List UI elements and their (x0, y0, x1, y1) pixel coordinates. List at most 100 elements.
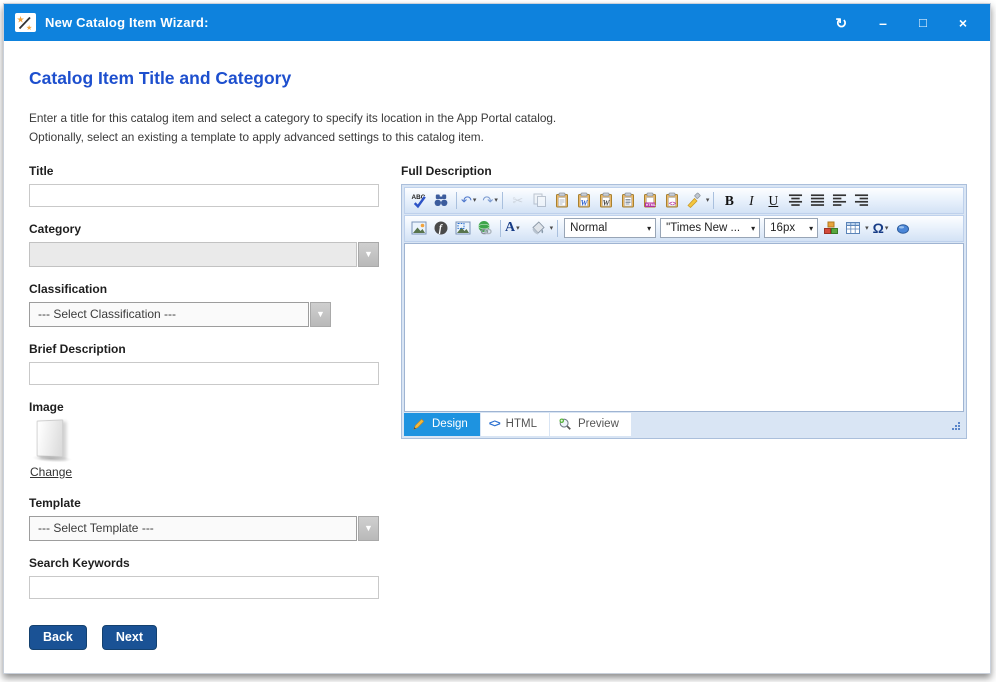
font-color-split-button[interactable]: A ▾ (505, 221, 520, 235)
classification-select[interactable]: --- Select Classification --- ▼ (29, 302, 331, 327)
paste-plain-text-icon[interactable] (617, 189, 639, 211)
maximize-icon[interactable]: □ (919, 16, 927, 29)
background-color-split-button[interactable]: ▾ (527, 217, 554, 239)
font-name-dropdown[interactable]: "Times New ... ▾ (660, 218, 760, 238)
italic-icon[interactable]: I (740, 189, 762, 211)
title-input[interactable] (29, 184, 379, 207)
align-left-icon[interactable] (828, 189, 850, 211)
change-image-link[interactable]: Change (30, 465, 72, 479)
magnifier-icon (558, 417, 572, 431)
paste-from-word-icon[interactable]: W (573, 189, 595, 211)
format-painter-icon[interactable] (683, 189, 705, 211)
insert-symbol-icon[interactable]: Ω (873, 221, 884, 235)
redo-caret-icon[interactable]: ▾ (494, 196, 498, 204)
paragraph-style-dropdown[interactable]: Normal ▾ (564, 218, 656, 238)
svg-text:<>: <> (669, 202, 677, 208)
template-dropdown-arrow-icon[interactable]: ▼ (358, 516, 379, 541)
resize-grip-icon[interactable] (950, 421, 961, 432)
svg-text:W: W (602, 199, 610, 208)
brief-description-label: Brief Description (29, 342, 379, 356)
page-title: Catalog Item Title and Category (29, 68, 965, 89)
toolbar-separator (502, 192, 503, 209)
form-area: Title Category ▼ Classification --- Sele… (29, 164, 965, 650)
toolbar-separator (500, 220, 501, 237)
form-right-column: Full Description ABC (401, 164, 967, 650)
format-painter-split-button[interactable]: ▾ (683, 189, 710, 211)
category-select[interactable]: ▼ (29, 242, 379, 267)
flash-manager-icon[interactable]: f (430, 217, 452, 239)
window-title: New Catalog Item Wizard: (45, 15, 209, 30)
copy-icon[interactable] (529, 189, 551, 211)
insert-table-caret-icon[interactable]: ▾ (865, 224, 869, 232)
svg-text:★: ★ (26, 24, 32, 32)
rich-text-editor: ABC (401, 184, 967, 439)
brief-description-input[interactable] (29, 362, 379, 385)
tab-html[interactable]: <> HTML (481, 413, 549, 436)
next-button[interactable]: Next (102, 625, 157, 650)
tab-preview[interactable]: Preview (550, 413, 631, 436)
search-keywords-input[interactable] (29, 576, 379, 599)
minimize-icon[interactable]: – (879, 16, 887, 30)
svg-text:★: ★ (17, 15, 25, 25)
paste-icon[interactable] (551, 189, 573, 211)
hyperlink-manager-icon[interactable] (474, 217, 496, 239)
format-painter-caret-icon[interactable]: ▾ (706, 196, 710, 204)
align-right-icon[interactable] (850, 189, 872, 211)
css-class-icon[interactable] (820, 217, 842, 239)
underline-icon[interactable]: U (762, 189, 784, 211)
form-left-column: Title Category ▼ Classification --- Sele… (29, 164, 379, 650)
font-size-value: 16px (770, 222, 795, 234)
paste-options-icon[interactable]: <> (661, 189, 683, 211)
insert-table-split-button[interactable]: ▾ (842, 217, 869, 239)
redo-icon[interactable]: ↷ (482, 194, 493, 207)
search-keywords-label: Search Keywords (29, 556, 379, 570)
bold-icon[interactable]: B (718, 189, 740, 211)
undo-caret-icon[interactable]: ▾ (473, 196, 477, 204)
spellcheck-icon[interactable]: ABC (408, 189, 430, 211)
tab-design[interactable]: Design (404, 413, 480, 436)
cut-icon[interactable]: ✂ (507, 189, 529, 211)
template-select[interactable]: --- Select Template --- ▼ (29, 516, 379, 541)
category-dropdown-arrow-icon[interactable]: ▼ (358, 242, 379, 267)
full-description-label: Full Description (401, 164, 967, 178)
window-controls: ↻ – □ × (835, 16, 979, 30)
classification-dropdown-arrow-icon[interactable]: ▼ (310, 302, 331, 327)
font-color-icon[interactable]: A (505, 221, 515, 235)
font-size-caret-icon: ▾ (809, 224, 813, 233)
insert-symbol-split-button[interactable]: Ω ▾ (873, 221, 889, 235)
title-label: Title (29, 164, 379, 178)
pencil-icon (412, 417, 426, 431)
module-manager-icon[interactable] (892, 217, 914, 239)
insert-image-icon[interactable] (408, 217, 430, 239)
back-button[interactable]: Back (29, 625, 87, 650)
template-label: Template (29, 496, 379, 510)
find-replace-icon[interactable] (430, 189, 452, 211)
template-select-value[interactable]: --- Select Template --- (29, 516, 357, 541)
category-select-value[interactable] (29, 242, 357, 267)
align-center-icon[interactable] (784, 189, 806, 211)
insert-symbol-caret-icon[interactable]: ▾ (885, 224, 889, 232)
redo-split-button[interactable]: ↷ ▾ (482, 194, 497, 207)
refresh-icon[interactable]: ↻ (835, 16, 847, 30)
editor-content-area[interactable] (404, 243, 964, 412)
paragraph-style-caret-icon: ▾ (647, 224, 651, 233)
background-color-icon[interactable] (527, 217, 549, 239)
editor-toolbar-row-2: f (404, 215, 964, 242)
wizard-body: Catalog Item Title and Category Enter a … (4, 41, 990, 650)
insert-table-icon[interactable] (842, 217, 864, 239)
classification-select-value[interactable]: --- Select Classification --- (29, 302, 309, 327)
tab-html-label: HTML (506, 418, 537, 430)
undo-icon[interactable]: ↶ (461, 194, 472, 207)
close-icon[interactable]: × (959, 16, 967, 30)
background-color-caret-icon[interactable]: ▾ (550, 224, 554, 232)
font-size-dropdown[interactable]: 16px ▾ (764, 218, 818, 238)
font-color-caret-icon[interactable]: ▾ (516, 224, 520, 232)
align-justify-icon[interactable] (806, 189, 828, 211)
toolbar-separator (713, 192, 714, 209)
category-label: Category (29, 222, 379, 236)
editor-mode-tabs: Design <> HTML (404, 413, 964, 436)
undo-split-button[interactable]: ↶ ▾ (461, 194, 476, 207)
paste-from-word-clean-icon[interactable]: W (595, 189, 617, 211)
paste-as-html-icon[interactable]: HTML (639, 189, 661, 211)
image-map-editor-icon[interactable] (452, 217, 474, 239)
